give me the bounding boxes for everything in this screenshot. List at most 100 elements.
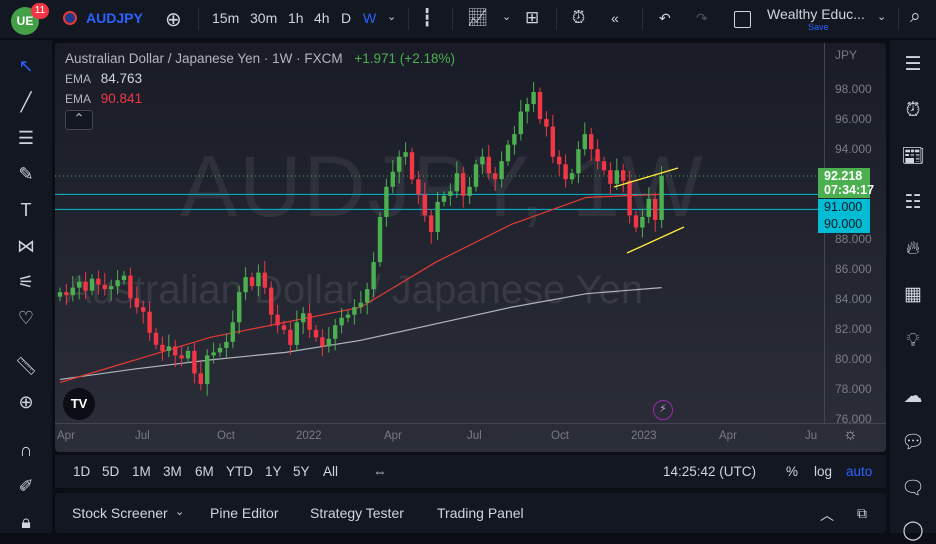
help-icon[interactable]: ◯: [900, 518, 926, 544]
tab-pine-editor[interactable]: Pine Editor: [210, 505, 278, 521]
lock-draw-icon[interactable]: ✐: [14, 474, 38, 498]
magnet-icon[interactable]: ∩: [14, 438, 38, 462]
tv-logo[interactable]: TV: [63, 388, 95, 420]
candle-body: [550, 126, 555, 157]
interval-15m[interactable]: 15m: [212, 10, 239, 26]
range-3m[interactable]: 3M: [163, 464, 182, 479]
date-range-icon[interactable]: ⇔: [373, 464, 387, 479]
candle-body: [505, 144, 511, 162]
search-icon[interactable]: ⌕: [910, 6, 921, 28]
zoom-in-icon[interactable]: ⊕: [14, 390, 38, 414]
add-symbol-icon[interactable]: ⊕: [165, 7, 182, 32]
redo-icon[interactable]: ↷: [696, 10, 708, 27]
candle-body: [339, 317, 344, 326]
chart-pane[interactable]: AUDJPY, 1W Australian Dollar / Japanese …: [55, 43, 886, 452]
candle-body: [307, 313, 312, 330]
legend: Australian Dollar / Japanese Yen · 1W · …: [65, 51, 455, 130]
tab-trading-panel[interactable]: Trading Panel: [437, 505, 524, 521]
prediction-icon[interactable]: ⚟: [14, 270, 38, 294]
candle-body: [518, 111, 523, 135]
candle-body: [141, 307, 146, 312]
maximize-panel-icon[interactable]: ⧉: [857, 505, 867, 522]
candle-body: [333, 325, 338, 339]
cursor-icon[interactable]: ↖: [14, 54, 38, 78]
currency-selector[interactable]: JPY: [835, 48, 857, 62]
indicators-icon[interactable]: 📈︎: [467, 8, 489, 28]
replay-icon[interactable]: «: [611, 10, 619, 26]
alert-icon[interactable]: ⏰︎: [572, 8, 585, 28]
lightning-icon[interactable]: ⚡︎: [653, 400, 673, 420]
calendar-icon[interactable]: ▦: [900, 282, 926, 308]
ideas-bulb-icon[interactable]: 💡︎: [900, 328, 926, 354]
collapse-legend-button[interactable]: ⌃: [65, 110, 93, 130]
candle-body: [134, 298, 139, 308]
trend-line-icon[interactable]: ╱: [14, 90, 38, 114]
candle-body: [173, 346, 178, 356]
undo-icon[interactable]: ↶: [659, 10, 671, 27]
symbol-search[interactable]: AUDJPY: [86, 10, 143, 26]
chevron-down-icon[interactable]: ⌄: [877, 10, 886, 23]
alarm-icon[interactable]: ⏰︎: [900, 98, 926, 124]
tab-strategy-tester[interactable]: Strategy Tester: [310, 505, 404, 521]
chat-icon[interactable]: 💬︎: [900, 430, 926, 456]
auto-toggle[interactable]: auto: [846, 464, 872, 479]
range-ytd[interactable]: YTD: [226, 464, 253, 479]
range-5d[interactable]: 5D: [102, 464, 119, 479]
brush-icon[interactable]: ✎: [14, 162, 38, 186]
interval-1h[interactable]: 1h: [288, 10, 304, 26]
range-6m[interactable]: 6M: [195, 464, 214, 479]
tab-stock-screener[interactable]: Stock Screener: [72, 505, 168, 521]
candle-body: [89, 278, 95, 291]
interval-4h[interactable]: 4h: [314, 10, 330, 26]
heart-icon[interactable]: ♡: [14, 306, 38, 330]
last-price: 92.218: [824, 169, 863, 183]
interval-d[interactable]: D: [341, 10, 351, 26]
level-label: 90.000: [818, 216, 870, 233]
price-tick: 80.000: [835, 352, 872, 366]
chevron-down-icon[interactable]: ⌄: [387, 10, 396, 23]
hotlist-fire-icon[interactable]: 🔥︎: [900, 236, 926, 262]
candle-body: [326, 338, 331, 347]
add-list-icon[interactable]: ☷: [900, 190, 926, 216]
chevron-down-icon[interactable]: ⌄: [175, 505, 184, 518]
range-1m[interactable]: 1M: [132, 464, 151, 479]
news-icon[interactable]: 📰︎: [900, 144, 926, 170]
range-5y[interactable]: 5Y: [293, 464, 310, 479]
candle-body: [166, 346, 171, 351]
candle-body: [115, 280, 120, 287]
price-tick: 88.000: [835, 232, 872, 246]
time-tick: Apr: [57, 430, 75, 442]
text-icon[interactable]: T: [14, 198, 38, 222]
fib-icon[interactable]: ☰: [14, 126, 38, 150]
watchlist-icon[interactable]: ☰: [900, 52, 926, 78]
range-1d[interactable]: 1D: [73, 464, 90, 479]
candle-body: [198, 373, 203, 384]
layout-grid-icon[interactable]: ⊞: [525, 8, 539, 28]
candles-icon[interactable]: ┇: [422, 8, 432, 28]
pattern-icon[interactable]: ⋈: [14, 234, 38, 258]
settings-gear-icon[interactable]: ☼: [843, 426, 858, 444]
range-1y[interactable]: 1Y: [265, 464, 282, 479]
candle-body: [230, 322, 235, 342]
lock-icon[interactable]: 🔒︎: [14, 510, 38, 534]
streams-icon[interactable]: ☁︎: [900, 384, 926, 410]
candle-body: [454, 173, 459, 192]
ruler-icon[interactable]: 📏︎: [14, 354, 38, 378]
price-tick: 86.000: [835, 262, 872, 276]
candle-body: [237, 292, 242, 323]
save-button[interactable]: Save: [808, 22, 829, 32]
fullscreen-icon[interactable]: [734, 11, 751, 28]
clock[interactable]: 14:25:42 (UTC): [663, 464, 756, 479]
candle-body: [109, 286, 114, 290]
messages-icon[interactable]: 🗨︎: [900, 476, 926, 502]
interval-30m[interactable]: 30m: [250, 10, 277, 26]
ema2-value: 90.841: [100, 91, 143, 106]
layout-name[interactable]: Wealthy Educ...: [767, 6, 865, 22]
percent-toggle[interactable]: %: [786, 464, 798, 479]
price-axis[interactable]: JPY 98.000 96.000 94.000 88.000 86.000 8…: [824, 43, 886, 426]
log-toggle[interactable]: log: [814, 464, 832, 479]
range-all[interactable]: All: [323, 464, 338, 479]
interval-w[interactable]: W: [363, 10, 376, 26]
collapse-panel-icon[interactable]: ︿: [820, 505, 834, 525]
chevron-down-icon[interactable]: ⌄: [502, 10, 511, 23]
